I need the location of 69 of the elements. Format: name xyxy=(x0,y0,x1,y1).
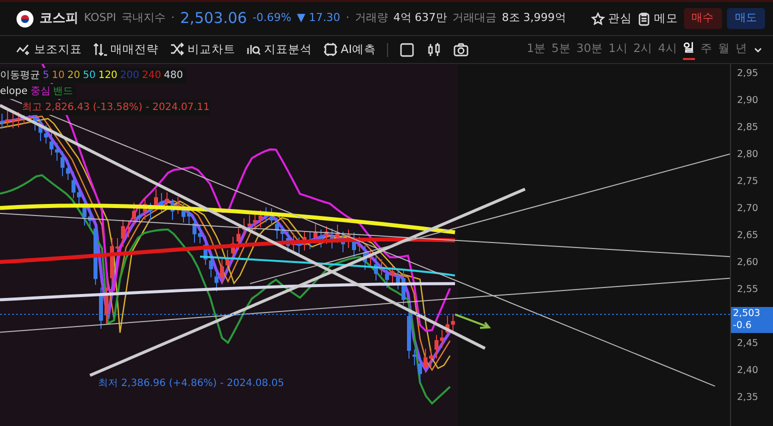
axis-label: 2,35 xyxy=(737,391,758,405)
ma-period: 200 xyxy=(120,69,140,83)
axis-label: 2,90 xyxy=(737,94,758,108)
market-label: 국내지수 xyxy=(122,10,166,26)
chart-line-icon xyxy=(16,42,31,57)
axis-label: 2,70 xyxy=(737,202,758,216)
axis-label: 2,85 xyxy=(737,121,758,135)
period-tab[interactable]: 2시 xyxy=(633,40,653,60)
square-icon[interactable] xyxy=(399,42,416,58)
axis-label: 2,55 xyxy=(737,283,758,297)
period-tab[interactable]: 년 xyxy=(736,40,748,60)
index-code: KOSPI xyxy=(84,10,116,26)
star-icon xyxy=(591,12,605,26)
period-tab[interactable]: 월 xyxy=(718,40,730,60)
period-tab[interactable]: 5분 xyxy=(552,40,571,60)
toolbar-button[interactable]: AI예측 xyxy=(323,40,376,58)
ma-period: 10 xyxy=(52,69,65,83)
center-label: 중심 xyxy=(30,85,50,99)
ma-period: 120 xyxy=(98,69,118,83)
change-percent: -0.69% xyxy=(252,10,292,26)
band-label: 밴드 xyxy=(53,85,74,99)
change-value: ▼ 17.30 xyxy=(296,10,340,26)
arrows-icon xyxy=(92,42,108,57)
sell-button[interactable]: 매도 xyxy=(727,8,765,29)
shuffle-icon xyxy=(170,42,184,57)
period-tab[interactable]: 1분 xyxy=(526,40,546,60)
toolbar-button[interactable]: 보조지표 xyxy=(16,40,82,58)
high-label: 최고 2,826.43 (-13.58%) - 2024.07.11 xyxy=(22,100,210,115)
buy-button[interactable]: 매수 xyxy=(684,8,722,29)
period-tab[interactable]: 1시 xyxy=(608,40,628,60)
toolbar-button[interactable]: 지표분석 xyxy=(246,40,312,58)
flag-icon xyxy=(16,10,34,28)
index-name: 코스피 xyxy=(40,10,78,28)
camera-icon[interactable] xyxy=(453,42,470,58)
ma-period: 20 xyxy=(67,69,80,83)
period-tab[interactable]: 일 xyxy=(683,38,695,60)
ma-period: 480 xyxy=(164,69,183,83)
chip-icon xyxy=(323,42,338,57)
axis-label: 2,65 xyxy=(737,229,758,243)
clipboard-icon xyxy=(637,12,652,26)
toolbar-button[interactable]: 매매전략 xyxy=(92,40,158,58)
ma-period: 50 xyxy=(82,69,96,83)
legend-label: 이동평균 xyxy=(0,69,40,83)
axis-label: 2,60 xyxy=(737,256,758,270)
toolbar-button[interactable]: 비교차트 xyxy=(170,40,236,58)
period-tab[interactable]: 30분 xyxy=(576,40,604,60)
candlestick-icon[interactable] xyxy=(426,42,442,58)
period-tab[interactable]: 주 xyxy=(700,40,712,60)
period-tab[interactable]: 4시 xyxy=(658,40,678,60)
separator: · xyxy=(346,10,350,26)
price-tag: 2,503 -0.6 xyxy=(731,307,773,334)
amount-value: 8조 3,999억 xyxy=(502,10,566,26)
current-price: 2,503.06 xyxy=(180,8,247,30)
separator: · xyxy=(171,10,175,26)
axis-label: 2,75 xyxy=(737,175,758,189)
axis-label: 2,80 xyxy=(737,148,758,162)
forecast-arrow xyxy=(454,313,492,329)
volume-label: 거래량 xyxy=(354,10,388,26)
amount-label: 거래대금 xyxy=(452,10,496,26)
axis-label: 2,40 xyxy=(737,364,758,378)
legend-label: elope xyxy=(0,85,28,99)
axis-label: 2,95 xyxy=(737,67,758,81)
magnifier-bars-icon xyxy=(246,42,262,57)
ma-period: 240 xyxy=(142,69,162,83)
favorite-button[interactable]: 관심 xyxy=(591,10,632,28)
axis-label: 2,45 xyxy=(737,337,758,351)
volume-value: 4억 637만 xyxy=(393,10,447,26)
memo-button[interactable]: 메모 xyxy=(637,10,678,28)
ma-period: 5 xyxy=(42,69,50,83)
